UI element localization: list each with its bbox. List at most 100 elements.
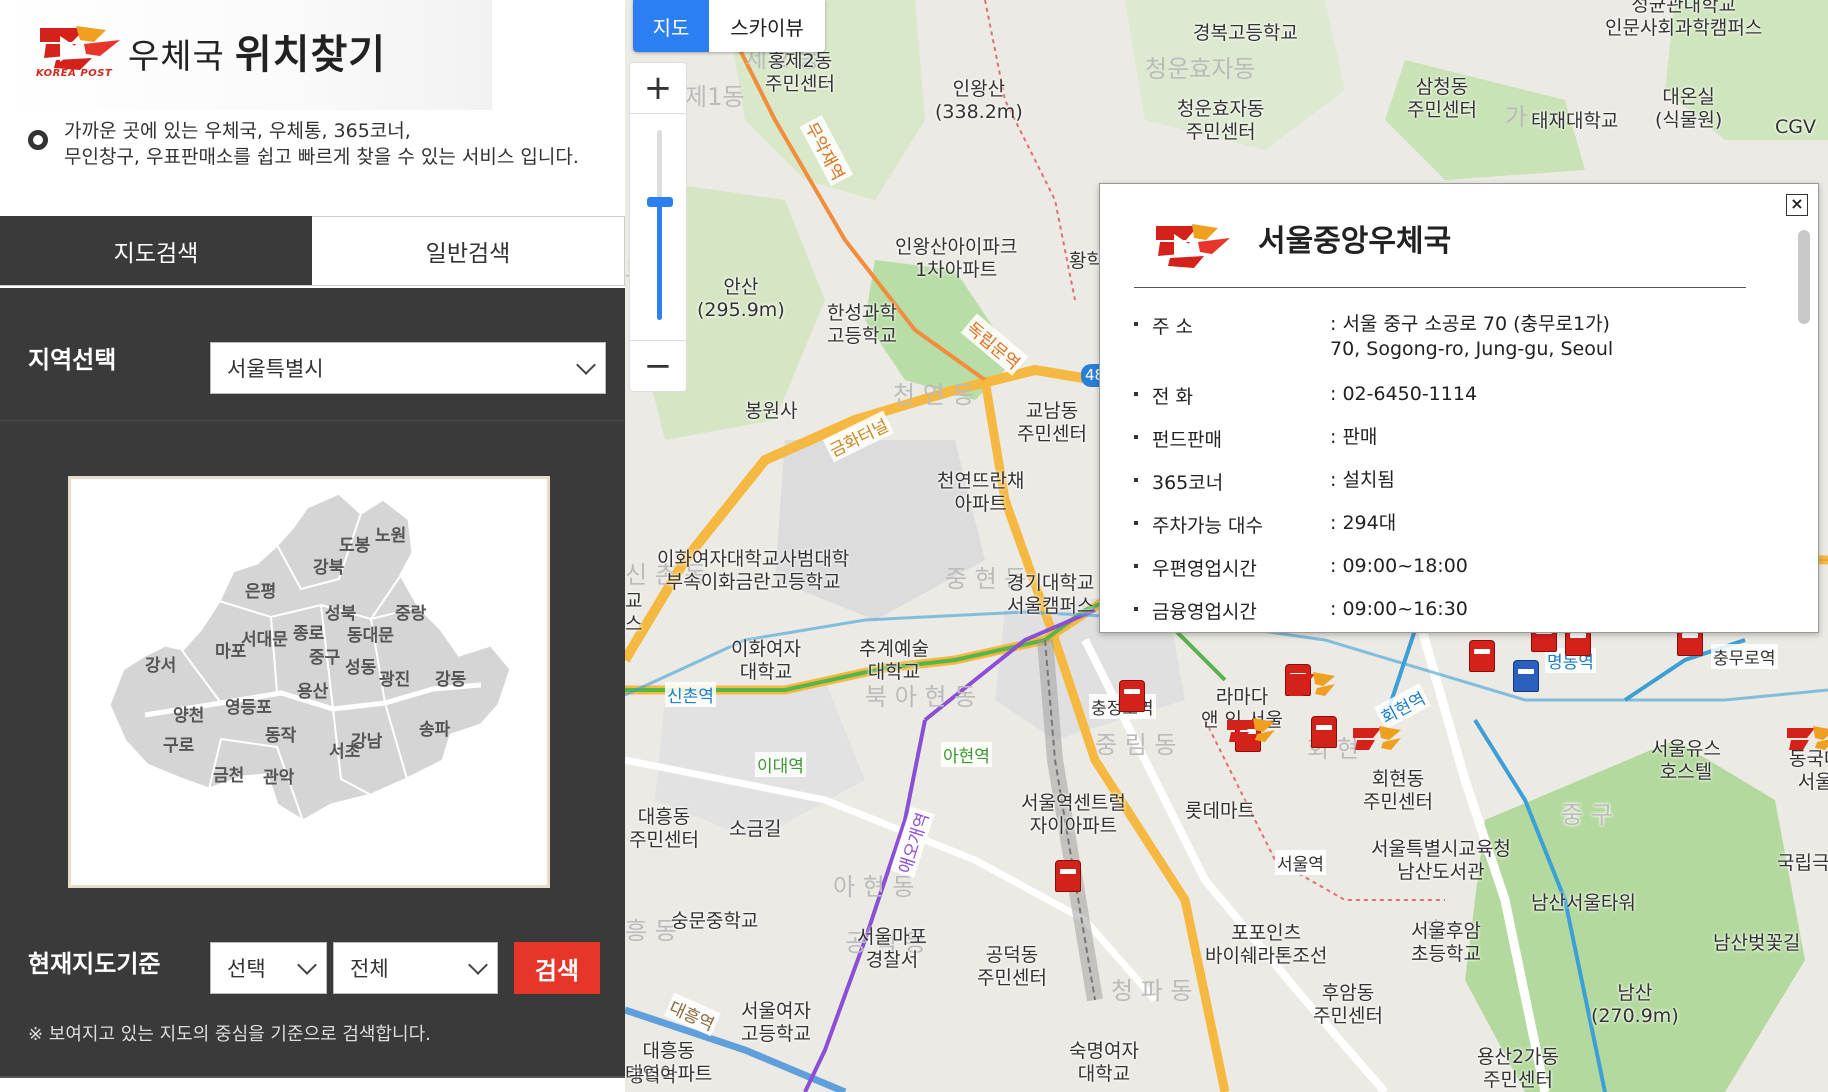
place-label[interactable]: 서울역센트럴 자이아파트 [1021,792,1126,838]
place-label[interactable]: 서울여자 고등학교 [741,1000,811,1046]
zoom-out-button[interactable]: − [629,340,687,392]
place-label[interactable]: 인왕산 (338.2m) [935,78,1023,124]
info-row-finance-hours: 금융영업시간 : 09:00~16:30 [1134,597,1744,632]
district-17[interactable]: 양천 [173,701,204,726]
district-19[interactable]: 동작 [265,721,296,746]
skyview-button[interactable]: 스카이뷰 [709,0,825,52]
place-label[interactable]: 한성과학 고등학교 [827,302,897,348]
map-canvas[interactable]: 제 2 동 제1동 청운효자동 천 연 동 북 아 현 동 중 림 동 아 현 … [625,0,1828,1092]
postbox-marker[interactable] [1055,860,1081,892]
tab-map-search[interactable]: 지도검색 [0,216,312,285]
zoom-in-button[interactable]: + [629,62,687,114]
district-3[interactable]: 강북 [313,553,344,578]
district-7[interactable]: 서대문 [241,625,288,650]
postbox-marker[interactable] [1469,640,1495,672]
place-label[interactable]: 성균관대학교 인문사회과학캠퍼스 [1605,0,1762,40]
place-label[interactable]: 홍제2동 주민센터 [765,50,835,96]
subway-station-label[interactable]: 아현역 [941,742,992,767]
place-label[interactable]: 이화여자대학교사범대학 부속이화금란고등학교 [657,548,849,594]
place-label[interactable]: 천연뜨란채 아파트 [937,470,1024,516]
map-view-button[interactable]: 지도 [633,0,709,52]
post-office-marker-icon[interactable] [1785,724,1828,754]
district-10[interactable]: 마포 [215,637,246,662]
post-office-info-popup: × 서울중앙우체국 주 소 : 서울 중구 소공로 70 (충무로1가) 70, … [1099,183,1819,633]
place-label[interactable]: 공덕역 [629,1066,676,1089]
district-13[interactable]: 강서 [145,651,176,676]
place-label[interactable]: 국립극 [1777,852,1828,875]
tab-general-search[interactable]: 일반검색 [312,216,625,285]
place-label[interactable]: 삼청동 주민센터 [1407,76,1477,122]
map-type-toggle: 지도 스카이뷰 [633,0,825,52]
place-label[interactable]: 경복고등학교 [1193,22,1298,45]
place-label[interactable]: 용산2가동 주민센터 [1477,1046,1559,1092]
category-select[interactable]: 전체 [333,942,498,994]
place-label[interactable]: 회현동 주민센터 [1363,768,1433,814]
info-value: : 판매 [1330,426,1378,448]
district-11[interactable]: 중구 [309,643,340,668]
intro-line-2: 무인창구, 우표판매소를 쉽고 빠르게 찾을 수 있는 서비스 입니다. [64,146,579,168]
place-label[interactable]: 경기대학교 서울캠퍼스 [1007,572,1094,618]
district-23[interactable]: 송파 [419,715,450,740]
post-office-marker-icon[interactable] [1225,716,1277,746]
place-label[interactable]: 롯데마트 [1185,800,1255,823]
subway-station-label[interactable]: 충무로역 [1711,644,1778,669]
type-select[interactable]: 선택 [210,942,327,994]
place-label[interactable]: 남산 (270.9m) [1591,982,1679,1028]
district-25[interactable]: 관악 [263,763,294,788]
place-label[interactable]: 서울후암 초등학교 [1411,920,1481,966]
place-label[interactable]: 대온실 (식물원) [1655,86,1722,132]
place-label[interactable]: 안산 (295.9m) [697,276,785,322]
place-label[interactable]: 숭문중학교 [671,910,758,933]
subway-station-label[interactable]: 신촌역 [665,682,716,707]
place-label[interactable]: 서울특별시교육청 남산도서관 [1371,838,1511,884]
place-label[interactable]: 후암동 주민센터 [1313,982,1383,1028]
postbox-marker[interactable] [1311,716,1337,748]
district-6[interactable]: 중랑 [395,599,426,624]
district-9[interactable]: 동대문 [347,621,394,646]
search-button[interactable]: 검색 [514,942,600,994]
place-label[interactable]: 공덕동 주민센터 [977,944,1047,990]
place-label[interactable]: 교남동 주민센터 [1017,400,1087,446]
district-18[interactable]: 영등포 [225,693,272,718]
seoul-district-map[interactable]: 도봉 노원 강북 은평 성북 중랑 서대문 종로 동대문 마포 중구 성동 강서 용산 광진 강동 양천 영등포 동… [68,476,550,888]
place-label[interactable]: CGV [1775,116,1816,139]
place-label[interactable]: 이화여자 대학교 [731,638,801,684]
close-icon[interactable]: × [1786,194,1808,216]
subway-station-label[interactable]: 이대역 [755,752,806,777]
place-label[interactable]: 인왕산아이파크 1차아파트 [895,236,1017,282]
place-label[interactable]: 숙명여자 대학교 [1069,1040,1139,1086]
post-office-marker-icon[interactable] [1351,724,1403,754]
district-8[interactable]: 종로 [293,619,324,644]
place-label[interactable]: 소금길 [729,818,781,841]
postbox-marker[interactable] [1119,680,1145,712]
place-label[interactable]: 서울마포 경찰서 [857,926,927,972]
district-16[interactable]: 강동 [435,665,466,690]
place-label[interactable]: 대흥동 주민센터 [629,806,699,852]
zoom-slider[interactable] [629,114,687,340]
postbox-marker[interactable] [1513,660,1539,692]
popup-scrollbar[interactable] [1798,230,1810,324]
district-24[interactable]: 금천 [213,761,244,786]
place-label[interactable]: 태재대학교 [1531,110,1618,133]
district-22[interactable]: 강남 [351,727,382,752]
place-label[interactable]: 남산벚꽃길 [1713,932,1800,955]
zoom-handle[interactable] [647,197,673,207]
place-label[interactable]: 청운효자동 주민센터 [1177,98,1264,144]
district-4[interactable]: 은평 [245,577,276,602]
district-14[interactable]: 용산 [297,677,328,702]
place-label[interactable]: 서울유스 호스텔 [1651,738,1721,784]
current-map-label: 현재지도기준 [28,950,161,978]
district-20[interactable]: 구로 [163,731,194,756]
district-2[interactable]: 노원 [375,521,406,546]
post-office-marker-icon[interactable] [1285,670,1337,700]
place-label[interactable]: 추계예술 대학교 [859,638,929,684]
district-12[interactable]: 성동 [345,653,376,678]
popup-title: 서울중앙우체국 [1258,224,1452,259]
place-label[interactable]: 남산서울타워 [1531,892,1636,915]
region-select[interactable]: 서울특별시 [210,342,606,394]
place-label[interactable]: 봉원사 [745,400,797,423]
district-15[interactable]: 광진 [379,665,410,690]
place-label[interactable]: 포포인츠 바이쉐라톤조선 [1205,922,1327,968]
subway-station-label[interactable]: 서울역 [1275,850,1326,875]
place-label[interactable]: 동국대서울 [1789,748,1828,794]
